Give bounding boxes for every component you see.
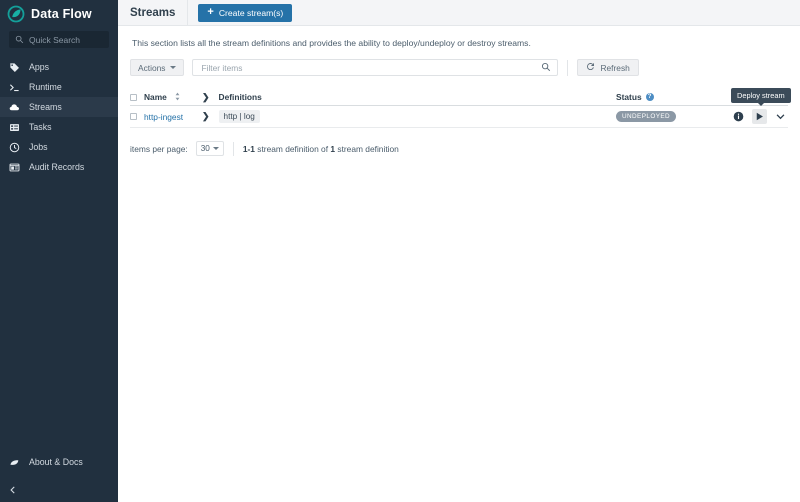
brand-title: Data Flow: [31, 7, 92, 21]
actions-dropdown-button[interactable]: Actions: [130, 59, 185, 76]
clock-icon: [9, 142, 20, 153]
pagination-suffix-text: stream definition: [337, 143, 399, 154]
filter-input-wrapper[interactable]: [192, 59, 559, 77]
items-per-page-label: items per page:: [130, 143, 188, 154]
pagination-divider: [232, 141, 234, 156]
sidebar-item-runtime[interactable]: Runtime: [0, 77, 118, 97]
main-content: Streams + Create stream(s) This section …: [118, 0, 800, 502]
sidebar-item-streams[interactable]: Streams: [0, 97, 118, 117]
topbar: Streams + Create stream(s): [118, 0, 800, 26]
pagination-total: 1: [330, 143, 336, 154]
column-header-status-label: Status: [616, 92, 642, 102]
play-icon[interactable]: [752, 109, 767, 124]
search-icon: [15, 35, 24, 44]
column-header-definitions: ❯ Definitions: [202, 92, 616, 102]
column-header-name[interactable]: Name: [144, 92, 202, 103]
chevron-down-icon[interactable]: [773, 109, 788, 124]
pagination-info: 1-1 stream definition of 1 stream defini…: [243, 144, 399, 154]
section-description: This section lists all the stream defini…: [132, 38, 531, 48]
sidebar-item-jobs[interactable]: Jobs: [0, 137, 118, 157]
sidebar-item-label: Runtime: [29, 82, 62, 92]
row-actions-cell: [726, 109, 788, 124]
content-area: This section lists all the stream defini…: [118, 26, 800, 156]
pagination: items per page: 30 1-1 stream definition…: [130, 141, 788, 156]
status-badge: UNDEPLOYED: [616, 111, 677, 122]
sidebar-item-apps[interactable]: Apps: [0, 57, 118, 77]
sidebar-item-label: Audit Records: [29, 162, 85, 172]
terminal-prompt-icon: [9, 82, 20, 93]
row-status-cell: UNDEPLOYED: [616, 111, 726, 122]
sidebar-item-audit-records[interactable]: Audit Records: [0, 157, 118, 177]
pagination-range: 1-1: [242, 143, 255, 154]
deploy-stream-tooltip: Deploy stream: [731, 88, 791, 106]
sidebar-item-label: Apps: [29, 62, 50, 72]
spring-leaf-logo-icon: [7, 5, 25, 23]
task-list-icon: [9, 122, 20, 133]
chevron-right-icon[interactable]: ❯: [202, 112, 210, 121]
quick-search-placeholder: Quick Search: [29, 34, 81, 45]
help-icon[interactable]: ?: [645, 93, 654, 101]
app-root: Data Flow Quick Search Apps Runtime Stre…: [0, 0, 800, 502]
search-icon[interactable]: [541, 59, 551, 77]
sidebar-nav: Apps Runtime Streams Tasks Jobs Audit Re…: [0, 57, 118, 177]
stream-definition: http | log: [218, 110, 260, 123]
sidebar-item-label: Streams: [29, 102, 62, 112]
table-toolbar: Actions Filter items Refresh: [130, 59, 788, 76]
items-per-page-value: 30: [200, 144, 210, 153]
row-checkbox[interactable]: [130, 113, 137, 120]
caret-down-icon: [170, 66, 177, 69]
stream-name-link[interactable]: http-ingest: [144, 112, 183, 122]
caret-down-icon: [212, 147, 219, 150]
select-all-cell: [130, 93, 144, 101]
column-header-status: Status ?: [616, 92, 726, 102]
streams-table: Name ❯ Definitions Status ? http-ingest …: [130, 89, 788, 128]
column-header-definitions-label: Definitions: [218, 92, 262, 102]
refresh-button[interactable]: Refresh: [577, 59, 639, 76]
refresh-label: Refresh: [600, 62, 630, 73]
chevron-left-icon: [8, 482, 18, 500]
create-stream-button[interactable]: + Create stream(s): [198, 3, 293, 22]
column-header-name-label: Name: [144, 92, 167, 102]
leaf-icon: [9, 457, 20, 468]
sidebar-item-tasks[interactable]: Tasks: [0, 117, 118, 137]
records-table-icon: [9, 162, 20, 173]
actions-label: Actions: [138, 62, 166, 73]
sort-icon[interactable]: [174, 92, 181, 103]
topbar-divider: [187, 0, 189, 26]
sidebar-item-label: Jobs: [29, 142, 48, 152]
page-title: Streams: [130, 6, 176, 19]
row-definition-cell: ❯ http | log: [202, 110, 616, 123]
plus-icon: +: [207, 6, 214, 18]
sidebar-item-label: Tasks: [29, 122, 52, 132]
sidebar-collapse-button[interactable]: [0, 480, 118, 502]
select-all-checkbox[interactable]: [130, 93, 137, 101]
items-per-page-select[interactable]: 30: [195, 141, 224, 156]
refresh-icon: [586, 62, 595, 73]
quick-search-input[interactable]: Quick Search: [9, 31, 109, 48]
cloud-icon: [9, 102, 20, 113]
sidebar-item-about-docs[interactable]: About & Docs: [0, 452, 118, 472]
create-stream-label: Create stream(s): [218, 7, 284, 18]
toolbar-divider: [567, 59, 569, 76]
filter-input[interactable]: [199, 61, 542, 74]
tag-icon: [9, 62, 20, 73]
sidebar-item-label: About & Docs: [29, 457, 83, 467]
sidebar: Data Flow Quick Search Apps Runtime Stre…: [0, 0, 118, 502]
pagination-middle-text: stream definition of: [257, 143, 329, 154]
table-row[interactable]: http-ingest ❯ http | log UNDEPLOYED: [130, 106, 788, 128]
chevron-right-icon[interactable]: ❯: [202, 92, 210, 102]
brand[interactable]: Data Flow: [0, 0, 118, 28]
row-name-cell: http-ingest: [144, 112, 202, 122]
info-icon[interactable]: [731, 109, 746, 124]
row-select-cell: [130, 113, 144, 120]
table-header-row: Name ❯ Definitions Status ?: [130, 89, 788, 106]
